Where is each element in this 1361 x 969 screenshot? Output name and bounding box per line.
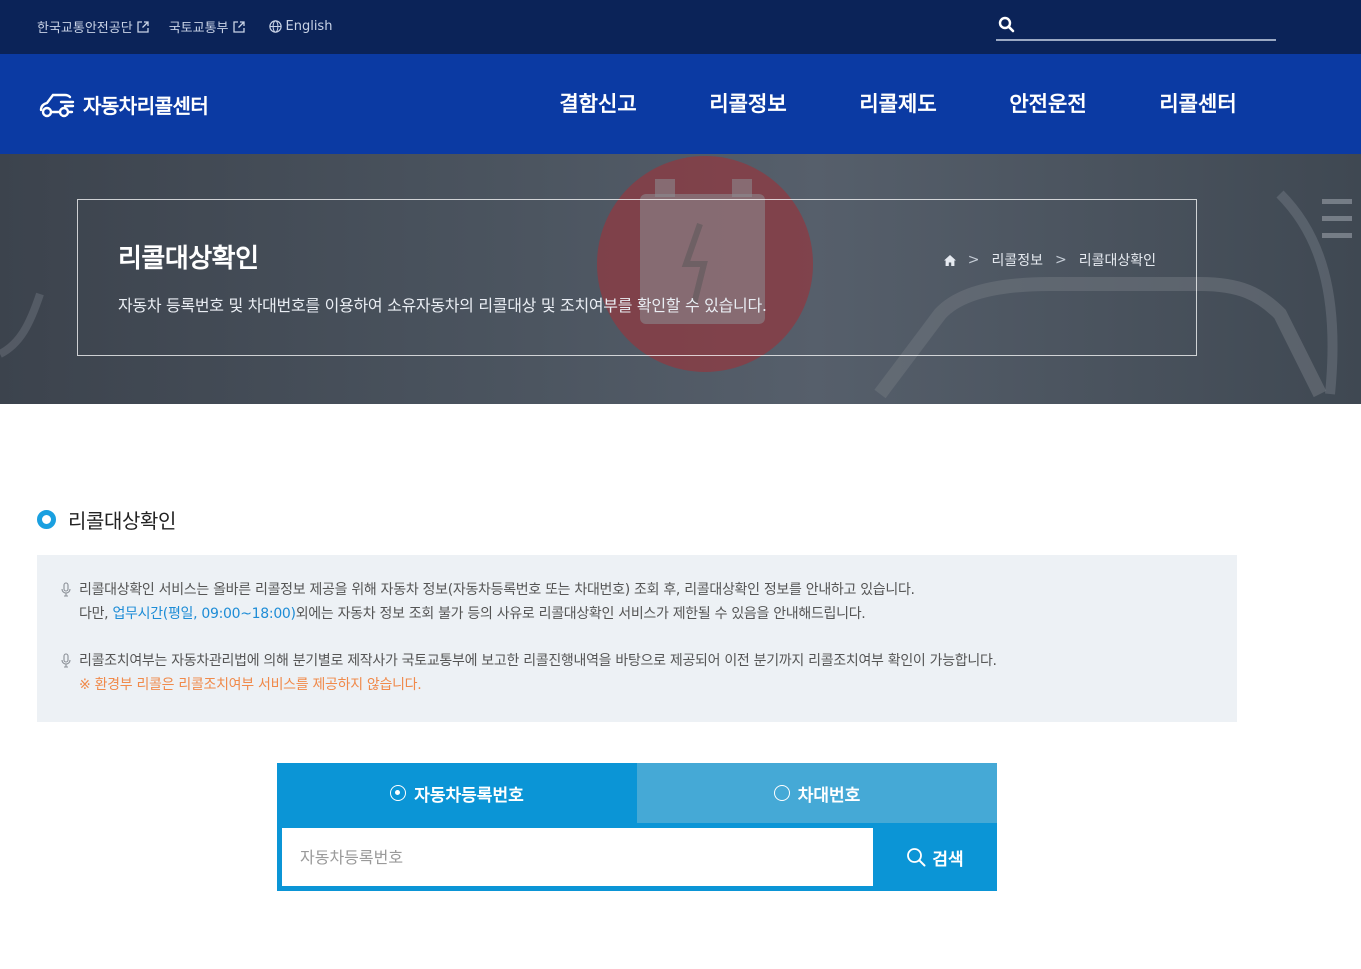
main-menu: 결함신고 리콜정보 리콜제도 안전운전 리콜센터	[523, 54, 1273, 154]
business-hours-highlight: 업무시간(평일, 09:00~18:00)	[112, 606, 296, 622]
tab-registration-number-label: 자동차등록번호	[414, 785, 524, 806]
chevron-right-icon: >	[1054, 252, 1067, 268]
section-title: 리콜대상확인	[68, 509, 176, 533]
menu-recall-system[interactable]: 리콜제도	[823, 54, 973, 154]
notice-1-line-2: 다만, 업무시간(평일, 09:00~18:00)외에는 자동차 정보 조회 불…	[61, 602, 915, 626]
link-english-label: English	[285, 19, 333, 34]
link-kotsa-label: 한국교통안전공단	[37, 21, 133, 36]
notice-box: 리콜대상확인 서비스는 올바른 리콜정보 제공을 위해 자동차 정보(자동차등록…	[37, 555, 1237, 722]
car-logo-icon	[39, 93, 75, 118]
link-molit[interactable]: 국토교통부	[169, 17, 245, 36]
microphone-icon	[61, 582, 71, 597]
notice-item-1: 리콜대상확인 서비스는 올바른 리콜정보 제공을 위해 자동차 정보(자동차등록…	[61, 578, 915, 626]
notice-1-suffix: 외에는 자동차 정보 조회 불가 등의 사유로 리콜대상확인 서비스가 제한될 …	[295, 606, 866, 622]
radio-checked-icon	[390, 785, 407, 801]
microphone-icon	[61, 653, 71, 668]
notice-2-line-1: 리콜조치여부는 자동차관리법에 의해 분기별로 제작사가 국토교통부에 보고한 …	[79, 653, 997, 669]
breadcrumb-recall-info[interactable]: 리콜정보	[991, 250, 1043, 270]
home-icon[interactable]	[943, 254, 956, 266]
chevron-right-icon: >	[967, 252, 980, 268]
menu-recall-info[interactable]: 리콜정보	[673, 54, 823, 154]
page-title: 리콜대상확인	[118, 244, 259, 274]
site-logo[interactable]: 자동차리콜센터	[37, 88, 209, 120]
external-link-icon	[137, 20, 149, 33]
top-search-input[interactable]	[1024, 14, 1269, 36]
top-links: 한국교통안전공단 국토교통부 English	[37, 17, 352, 36]
search-row: 검색	[277, 823, 997, 891]
link-molit-label: 국토교통부	[168, 21, 229, 36]
globe-icon	[268, 20, 282, 33]
search-icon	[907, 848, 926, 867]
registration-number-input[interactable]	[282, 828, 873, 886]
notice-1-prefix: 다만,	[79, 606, 113, 622]
breadcrumb-current: 리콜대상확인	[1078, 253, 1156, 269]
tab-vin-label: 차대번호	[797, 785, 861, 806]
menu-recall-center[interactable]: 리콜센터	[1123, 54, 1273, 154]
breadcrumb: > 리콜정보 > 리콜대상확인	[943, 250, 1156, 270]
bullet-ring-icon	[37, 510, 56, 529]
search-button-label: 검색	[932, 849, 964, 870]
top-utility-bar: 한국교통안전공단 국토교통부 English	[0, 0, 1361, 54]
menu-defect-report[interactable]: 결함신고	[523, 54, 673, 154]
main-navbar: 자동차리콜센터 결함신고 리콜정보 리콜제도 안전운전 리콜센터	[0, 54, 1361, 154]
section-heading: 리콜대상확인	[37, 505, 176, 534]
menu-safe-driving[interactable]: 안전운전	[973, 54, 1123, 154]
external-link-icon	[232, 20, 245, 33]
search-icon[interactable]	[998, 16, 1015, 33]
logo-text: 자동차리콜센터	[83, 93, 209, 118]
link-kotsa[interactable]: 한국교통안전공단	[37, 17, 149, 36]
hero-banner: 리콜대상확인 자동차 등록번호 및 차대번호를 이용하여 소유자동차의 리콜대상…	[0, 154, 1361, 404]
notice-1-line-1: 리콜대상확인 서비스는 올바른 리콜정보 제공을 위해 자동차 정보(자동차등록…	[79, 582, 915, 598]
notice-2-warning: ※ 환경부 리콜은 리콜조치여부 서비스를 제공하지 않습니다.	[79, 677, 422, 693]
radio-unchecked-icon	[773, 785, 790, 801]
tab-registration-number[interactable]: 자동차등록번호	[277, 763, 637, 823]
page-description: 자동차 등록번호 및 차대번호를 이용하여 소유자동차의 리콜대상 및 조치여부…	[118, 296, 767, 315]
notice-item-2: 리콜조치여부는 자동차관리법에 의해 분기별로 제작사가 국토교통부에 보고한 …	[61, 649, 997, 697]
tab-vin[interactable]: 차대번호	[637, 763, 997, 823]
search-button[interactable]: 검색	[873, 823, 997, 891]
recall-search-widget: 자동차등록번호 차대번호 검색	[277, 763, 997, 891]
hero-content-box: 리콜대상확인 자동차 등록번호 및 차대번호를 이용하여 소유자동차의 리콜대상…	[77, 199, 1197, 356]
top-search	[996, 12, 1276, 41]
link-english[interactable]: English	[265, 19, 333, 34]
